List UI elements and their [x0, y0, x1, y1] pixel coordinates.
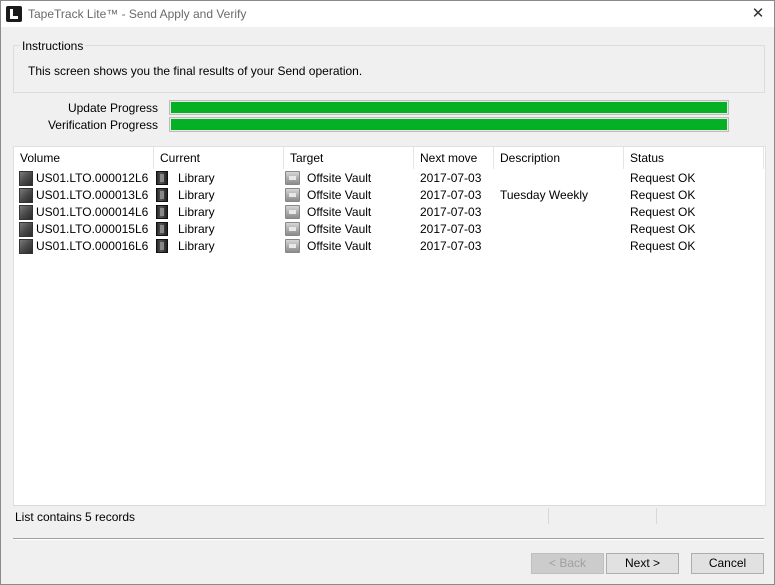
next-button[interactable]: Next >	[606, 553, 679, 574]
table-row[interactable]: US01.LTO.000012L6 Library Offsite Vault …	[14, 170, 765, 187]
current-cell: Library	[178, 205, 215, 219]
target-cell: Offsite Vault	[307, 239, 372, 253]
next-move-cell: 2017-07-03	[420, 188, 482, 202]
next-move-cell: 2017-07-03	[420, 205, 482, 219]
library-icon	[156, 205, 168, 219]
target-cell: Offsite Vault	[307, 205, 372, 219]
current-cell: Library	[178, 239, 215, 253]
column-header-description[interactable]: Description	[494, 147, 624, 169]
library-icon	[156, 188, 168, 202]
cancel-button[interactable]: Cancel	[691, 553, 764, 574]
next-move-cell: 2017-07-03	[420, 239, 482, 253]
volume-cell: US01.LTO.000013L6	[36, 188, 149, 202]
next-move-cell: 2017-07-03	[420, 171, 482, 185]
verification-progress-fill	[171, 119, 727, 130]
update-progress-label: Update Progress	[67, 101, 158, 115]
button-area-divider	[13, 538, 764, 540]
description-cell: Tuesday Weekly	[500, 188, 589, 202]
current-cell: Library	[178, 171, 215, 185]
column-header-status[interactable]: Status	[624, 147, 764, 169]
status-bar: List contains 5 records	[13, 505, 764, 526]
column-header-target[interactable]: Target	[284, 147, 414, 169]
tape-icon	[19, 205, 33, 220]
target-cell: Offsite Vault	[307, 188, 372, 202]
status-cell: Request OK	[630, 171, 696, 185]
status-cell: Request OK	[630, 239, 696, 253]
volume-cell: US01.LTO.000014L6	[36, 205, 149, 219]
instructions-group: Instructions This screen shows you the f…	[13, 39, 765, 93]
volume-cell: US01.LTO.000015L6	[36, 222, 149, 236]
tape-icon	[19, 239, 33, 254]
vault-icon	[285, 188, 300, 202]
status-cell: Request OK	[630, 222, 696, 236]
results-list-view[interactable]: Volume Current Target Next move Descript…	[13, 146, 766, 506]
table-row[interactable]: US01.LTO.000016L6 Library Offsite Vault …	[14, 238, 765, 255]
volume-cell: US01.LTO.000012L6	[36, 171, 149, 185]
record-count-text: List contains 5 records	[15, 510, 136, 524]
library-icon	[156, 222, 168, 236]
tapetrack-app-icon	[6, 6, 22, 22]
update-progress-fill	[171, 102, 727, 113]
target-cell: Offsite Vault	[307, 171, 372, 185]
vault-icon	[285, 171, 300, 185]
tape-icon	[19, 188, 33, 203]
status-bar-separator	[656, 508, 657, 524]
table-row[interactable]: US01.LTO.000014L6 Library Offsite Vault …	[14, 204, 765, 221]
back-button[interactable]: < Back	[531, 553, 604, 574]
vault-icon	[285, 222, 300, 236]
column-header-next-move[interactable]: Next move	[414, 147, 494, 169]
column-header-current[interactable]: Current	[154, 147, 284, 169]
tape-icon	[19, 222, 33, 237]
window-title: TapeTrack Lite™ - Send Apply and Verify	[28, 7, 247, 21]
dialog-window: TapeTrack Lite™ - Send Apply and Verify …	[0, 0, 775, 585]
volume-cell: US01.LTO.000016L6	[36, 239, 149, 253]
instructions-text: This screen shows you the final results …	[28, 64, 363, 78]
tape-icon	[19, 171, 33, 186]
update-progress-bar	[169, 100, 729, 115]
instructions-legend: Instructions	[20, 39, 86, 53]
library-icon	[156, 239, 168, 253]
status-cell: Request OK	[630, 188, 696, 202]
column-header-volume[interactable]: Volume	[14, 147, 154, 169]
verification-progress-bar	[169, 117, 729, 132]
list-header: Volume Current Target Next move Descript…	[14, 147, 765, 169]
title-bar[interactable]: TapeTrack Lite™ - Send Apply and Verify …	[1, 1, 774, 27]
close-button[interactable]: ✕	[748, 4, 768, 24]
target-cell: Offsite Vault	[307, 222, 372, 236]
vault-icon	[285, 205, 300, 219]
table-row[interactable]: US01.LTO.000013L6 Library Offsite Vault …	[14, 187, 765, 204]
vault-icon	[285, 239, 300, 253]
current-cell: Library	[178, 188, 215, 202]
library-icon	[156, 171, 168, 185]
verification-progress-label: Verification Progress	[47, 118, 158, 132]
current-cell: Library	[178, 222, 215, 236]
next-move-cell: 2017-07-03	[420, 222, 482, 236]
status-bar-separator	[548, 508, 549, 524]
status-cell: Request OK	[630, 205, 696, 219]
table-row[interactable]: US01.LTO.000015L6 Library Offsite Vault …	[14, 221, 765, 238]
